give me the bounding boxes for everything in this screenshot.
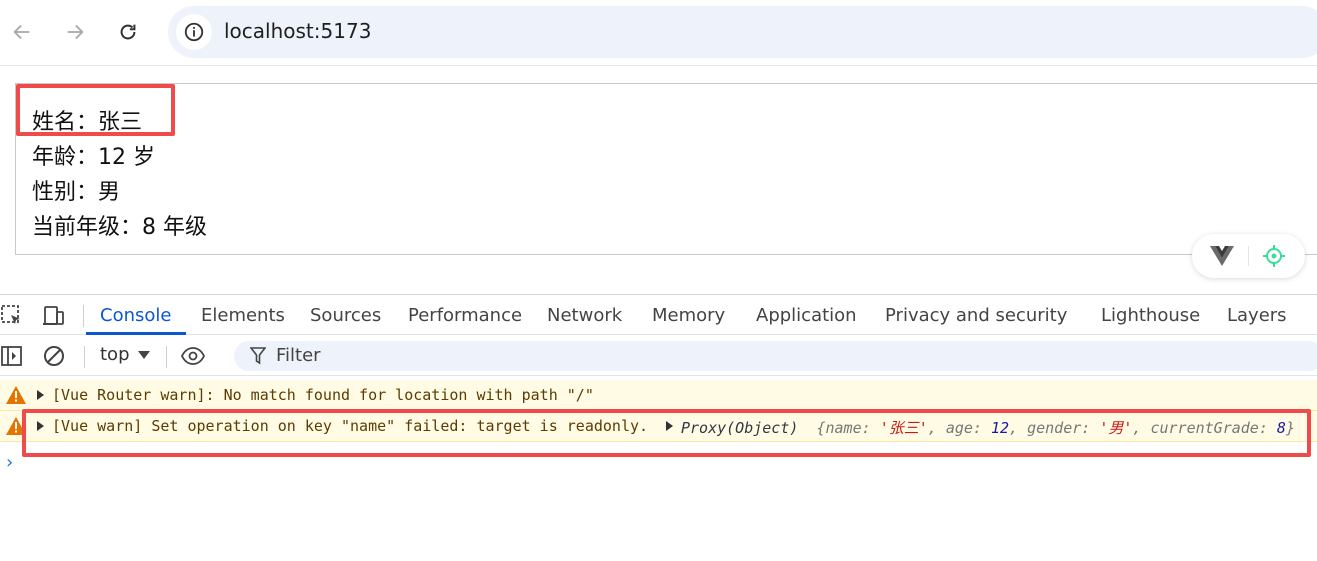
console-toolbar: top Filter <box>0 336 1317 376</box>
url-text[interactable]: localhost:5173 <box>224 19 371 43</box>
eye-icon[interactable] <box>181 344 205 368</box>
inspect-element-icon[interactable] <box>0 304 24 328</box>
tab-layers[interactable]: Layers <box>1227 305 1287 326</box>
tab-divider <box>83 305 84 327</box>
devtools-tab-bar: Console Elements Sources Performance Net… <box>0 294 1317 335</box>
reload-icon <box>120 24 136 40</box>
gender-line: 性别：男 <box>32 180 121 205</box>
vue-devtools-separator <box>1248 246 1249 266</box>
back-button[interactable] <box>7 17 37 47</box>
vue-devtools-button[interactable] <box>1192 234 1305 278</box>
console-message-router-warn[interactable]: [Vue Router warn]: No match found for lo… <box>0 380 1317 411</box>
tab-console[interactable]: Console <box>100 305 171 326</box>
sidebar-toggle-icon[interactable] <box>0 344 24 368</box>
active-tab-indicator <box>86 332 186 335</box>
toolbar-divider <box>84 346 85 368</box>
tab-privacy-and-security[interactable]: Privacy and security <box>885 305 1067 326</box>
grade-line: 当前年级：8 年级 <box>32 215 207 240</box>
clear-console-icon[interactable] <box>42 344 66 368</box>
console-prompt[interactable]: › <box>6 452 13 473</box>
device-toggle-icon[interactable] <box>41 304 65 328</box>
warning-message-text: [Vue Router warn]: No match found for lo… <box>52 386 594 404</box>
filter-input[interactable]: Filter <box>234 341 1317 371</box>
tab-elements[interactable]: Elements <box>201 305 285 326</box>
reload-button[interactable] <box>113 17 143 47</box>
expand-triangle-icon[interactable] <box>37 390 44 400</box>
arrow-left-icon <box>13 24 30 40</box>
tab-sources[interactable]: Sources <box>310 305 381 326</box>
arrow-right-icon <box>67 24 84 40</box>
context-value: top <box>100 344 130 365</box>
filter-placeholder: Filter <box>276 345 321 366</box>
site-info-button[interactable] <box>176 14 212 50</box>
caret-down-icon <box>137 350 150 359</box>
browser-toolbar: localhost:5173 <box>0 0 1317 66</box>
app-content: 姓名：张三 年龄：12 岁 性别：男 当前年级：8 年级 <box>15 83 1317 255</box>
info-icon <box>184 22 204 42</box>
crosshair-icon[interactable] <box>1262 244 1286 268</box>
tab-network[interactable]: Network <box>547 305 622 326</box>
warning-icon <box>6 386 26 404</box>
tab-performance[interactable]: Performance <box>408 305 522 326</box>
forward-button[interactable] <box>60 17 90 47</box>
address-bar[interactable]: localhost:5173 <box>168 6 1317 58</box>
context-select[interactable]: top <box>100 344 150 365</box>
tab-memory[interactable]: Memory <box>652 305 725 326</box>
readonly-warning-highlight-box <box>22 409 1311 457</box>
vue-logo-icon <box>1210 246 1234 266</box>
name-highlight-box <box>16 84 175 136</box>
age-line: 年龄：12 岁 <box>32 145 155 170</box>
tab-lighthouse[interactable]: Lighthouse <box>1101 305 1200 326</box>
toolbar-divider <box>166 346 167 368</box>
filter-icon <box>250 347 266 365</box>
tab-application[interactable]: Application <box>756 305 857 326</box>
